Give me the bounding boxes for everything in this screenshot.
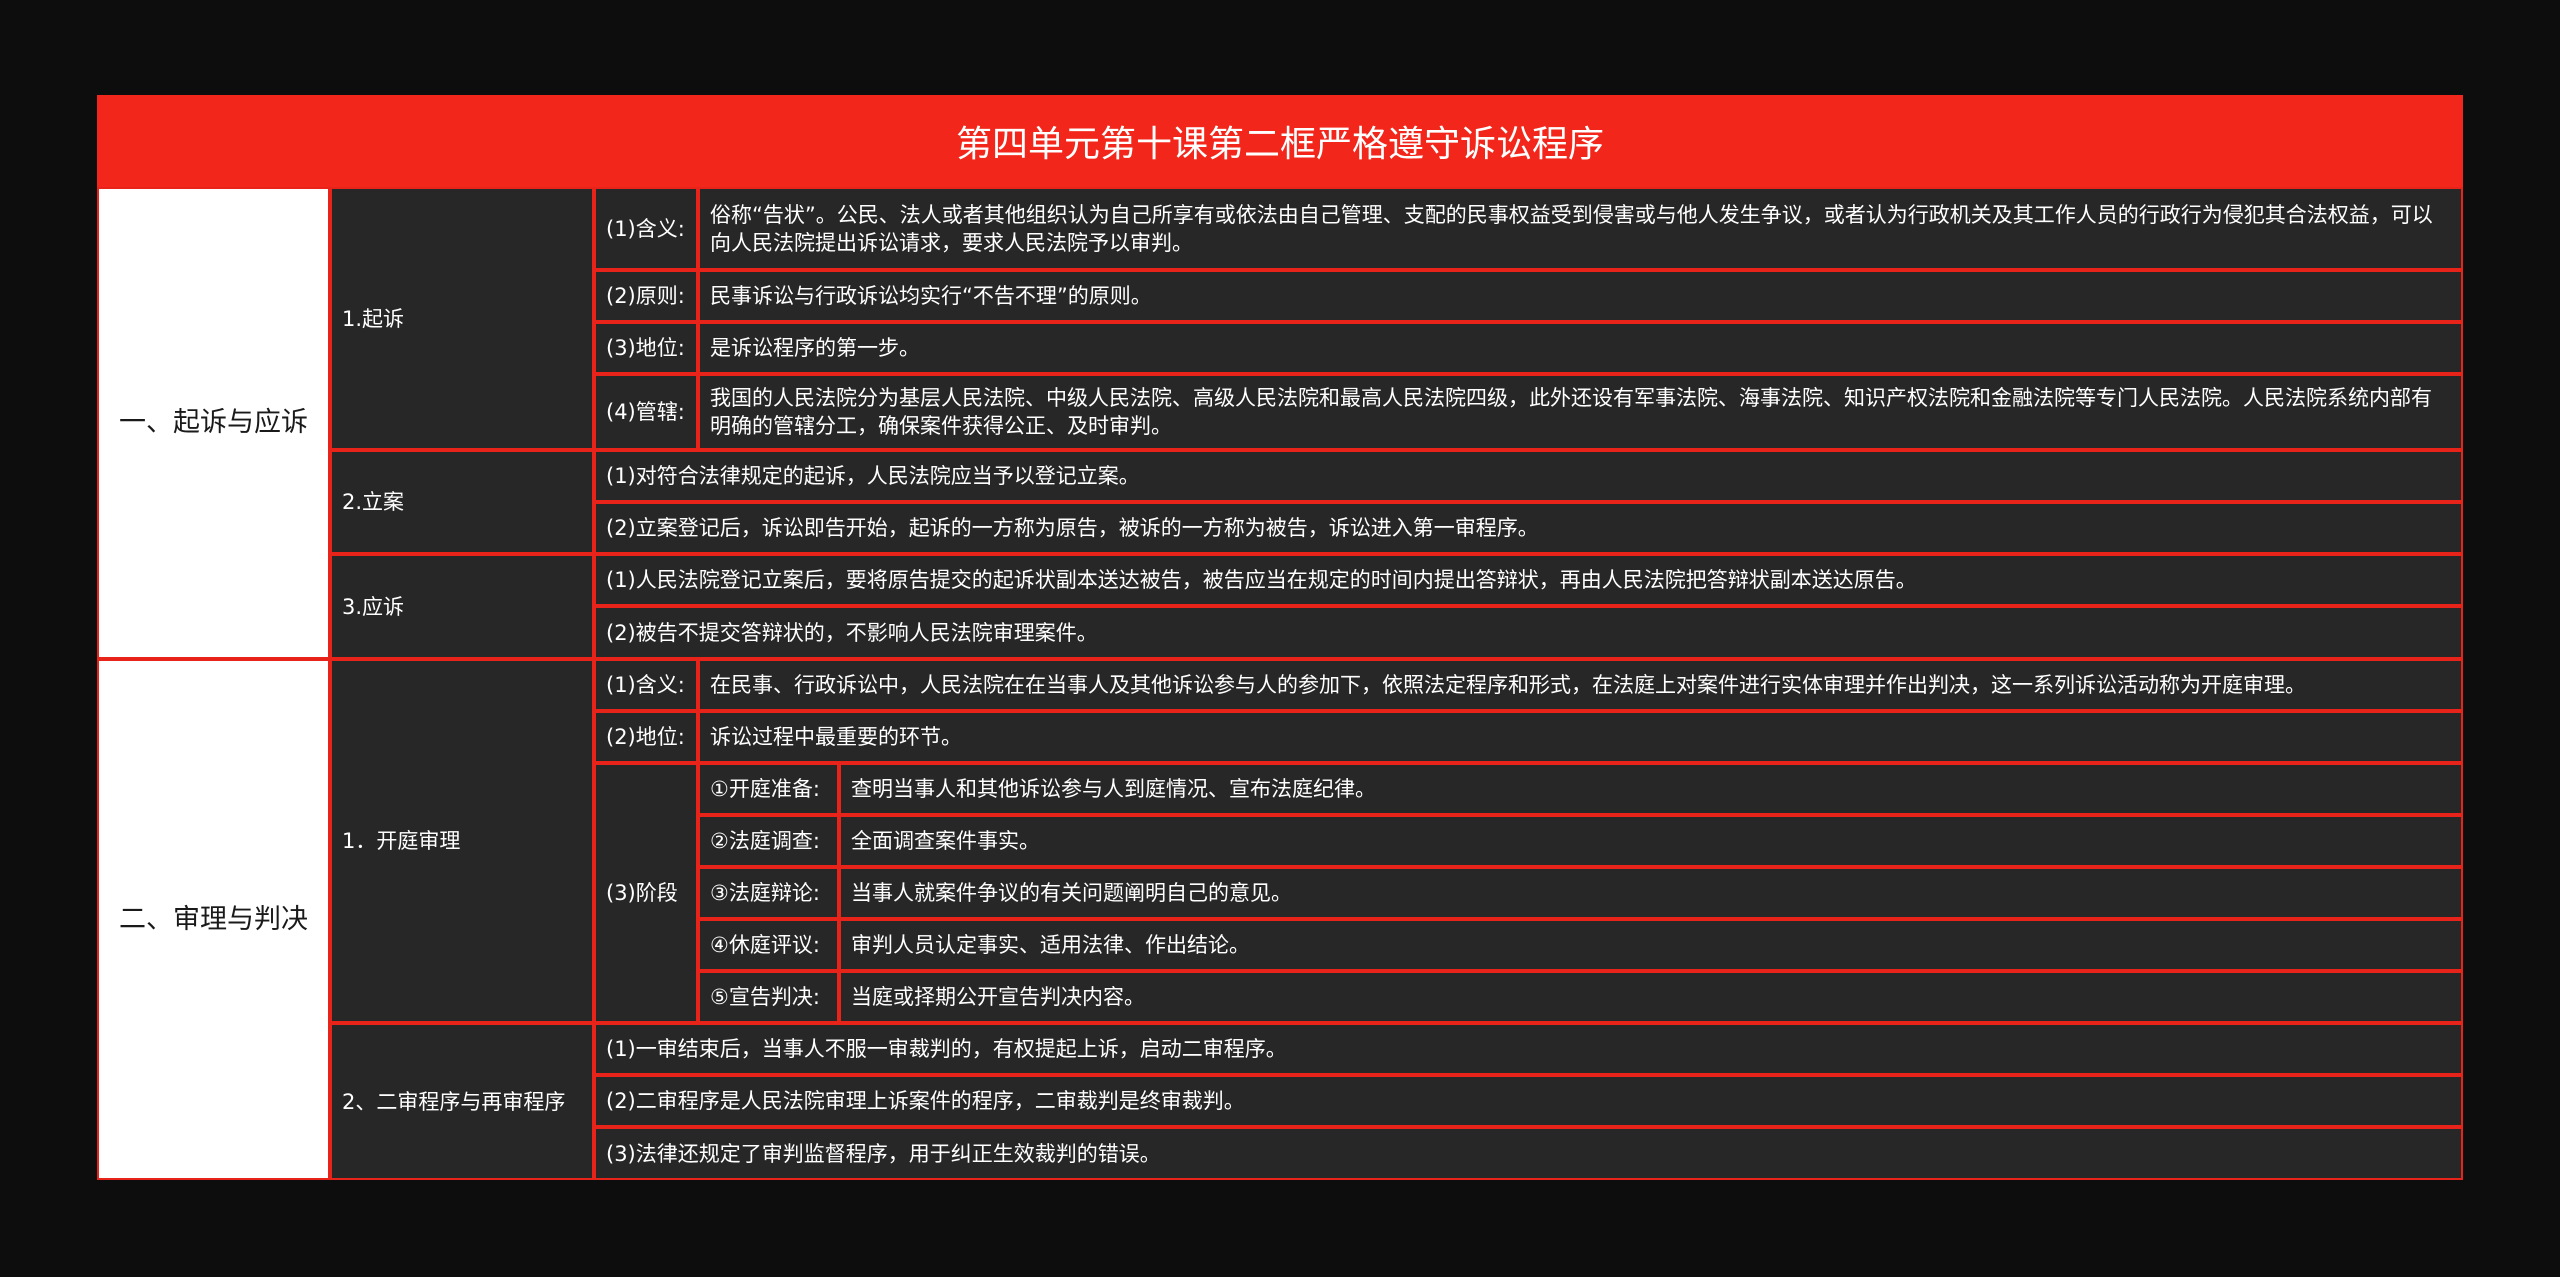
group-label: 2.立案 (330, 450, 594, 554)
item-key: (1)含义: (594, 659, 698, 711)
item-text: 在民事、行政诉讼中，人民法院在在当事人及其他诉讼参与人的参加下，依照法定程序和形… (698, 659, 2463, 711)
item-text: (2)二审程序是人民法院审理上诉案件的程序，二审裁判是终审裁判。 (594, 1075, 2463, 1127)
item-text: 是诉讼程序的第一步。 (698, 322, 2463, 374)
item-text: (1)一审结束后，当事人不服一审裁判的，有权提起上诉，启动二审程序。 (594, 1023, 2463, 1075)
group-label: 1.起诉 (330, 187, 594, 450)
item-key: (2)地位: (594, 711, 698, 763)
item-key: (2)原则: (594, 270, 698, 322)
item-key: (4)管辖: (594, 374, 698, 450)
group-label: 1．开庭审理 (330, 659, 594, 1023)
item-text: (1)人民法院登记立案后，要将原告提交的起诉状副本送达被告，被告应当在规定的时间… (594, 554, 2463, 606)
item-key: (3)阶段 (594, 763, 698, 1023)
diagram-title: 第四单元第十课第二框严格遵守诉讼程序 (97, 95, 2463, 187)
stage-key: ①开庭准备: (698, 763, 839, 815)
section-label: 二、审理与判决 (97, 659, 330, 1180)
stage-text: 当庭或择期公开宣告判决内容。 (839, 971, 2463, 1023)
item-key: (1)含义: (594, 187, 698, 270)
stage-key: ③法庭辩论: (698, 867, 839, 919)
group-label: 2、二审程序与再审程序 (330, 1023, 594, 1180)
stage-key: ④休庭评议: (698, 919, 839, 971)
item-text: 诉讼过程中最重要的环节。 (698, 711, 2463, 763)
group-label: 3.应诉 (330, 554, 594, 659)
item-key: (3)地位: (594, 322, 698, 374)
item-text: (2)立案登记后，诉讼即告开始，起诉的一方称为原告，被诉的一方称为被告，诉讼进入… (594, 502, 2463, 554)
diagram-board: 第四单元第十课第二框严格遵守诉讼程序 一、起诉与应诉 1.起诉 (1)含义: 俗… (97, 95, 2463, 1180)
item-text: (1)对符合法律规定的起诉，人民法院应当予以登记立案。 (594, 450, 2463, 502)
stage-text: 查明当事人和其他诉讼参与人到庭情况、宣布法庭纪律。 (839, 763, 2463, 815)
stage-text: 全面调查案件事实。 (839, 815, 2463, 867)
item-text: 俗称“告状”。公民、法人或者其他组织认为自己所享有或依法由自己管理、支配的民事权… (698, 187, 2463, 270)
stage-key: ⑤宣告判决: (698, 971, 839, 1023)
item-text: (2)被告不提交答辩状的，不影响人民法院审理案件。 (594, 606, 2463, 659)
stage-text: 当事人就案件争议的有关问题阐明自己的意见。 (839, 867, 2463, 919)
item-text: (3)法律还规定了审判监督程序，用于纠正生效裁判的错误。 (594, 1127, 2463, 1180)
item-text: 民事诉讼与行政诉讼均实行“不告不理”的原则。 (698, 270, 2463, 322)
section-label: 一、起诉与应诉 (97, 187, 330, 659)
stage-text: 审判人员认定事实、适用法律、作出结论。 (839, 919, 2463, 971)
stage-key: ②法庭调查: (698, 815, 839, 867)
item-text: 我国的人民法院分为基层人民法院、中级人民法院、高级人民法院和最高人民法院四级，此… (698, 374, 2463, 450)
